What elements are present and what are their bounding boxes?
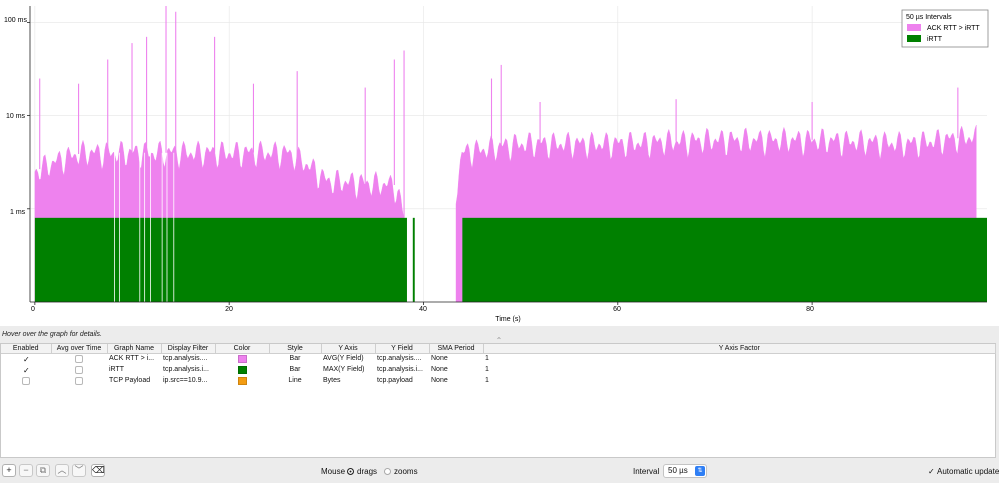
col-color[interactable]: Color [215, 344, 270, 354]
mouse-zooms-label[interactable]: zooms [394, 467, 418, 476]
col-y-axis-factor[interactable]: Y Axis Factor [483, 344, 996, 354]
x-tick-0: 0 [31, 306, 35, 313]
hover-hint: Hover over the graph for details. [2, 331, 102, 338]
col-style[interactable]: Style [269, 344, 322, 354]
color-swatch[interactable] [237, 354, 247, 363]
io-graph[interactable]: 50 µs Intervals ACK RTT > iRTT iRTT 100 … [0, 0, 999, 326]
mouse-zooms-radio[interactable] [384, 468, 391, 475]
sma-period-cell[interactable]: None [429, 375, 483, 386]
y-axis-factor-cell[interactable]: 1 [483, 353, 996, 364]
sma-period-cell[interactable]: None [429, 364, 483, 375]
col-display-filter[interactable]: Display Filter [161, 344, 216, 354]
mouse-drags-radio[interactable] [347, 468, 354, 475]
col-sma-period[interactable]: SMA Period [429, 344, 484, 354]
graph-table[interactable]: Enabled Avg over Time Graph Name Display… [0, 343, 996, 458]
display-filter-cell[interactable]: tcp.analysis.i... [161, 364, 215, 375]
y-field-cell[interactable]: tcp.payload [375, 375, 429, 386]
chevron-down-icon[interactable]: ﹀ [72, 464, 86, 477]
color-swatch[interactable] [237, 365, 247, 374]
x-tick-80: 80 [806, 306, 814, 313]
y-tick-10ms: 10 ms [6, 113, 26, 120]
display-filter-cell[interactable]: ip.src==10.9... [161, 375, 215, 386]
sma-period-cell[interactable]: None [429, 353, 483, 364]
display-filter-cell[interactable]: tcp.analysis.... [161, 353, 215, 364]
plus-icon[interactable]: + [2, 464, 16, 477]
table-row[interactable]: ✓ ACK RTT > i... tcp.analysis.... Bar AV… [1, 353, 996, 364]
series-irtt-bar [34, 217, 407, 302]
enabled-checkbox[interactable]: ✓ [22, 355, 30, 363]
col-enabled[interactable]: Enabled [1, 344, 52, 354]
legend-label-irtt: iRTT [927, 36, 943, 43]
mouse-drags-label[interactable]: drags [357, 467, 377, 476]
legend-swatch-irtt [907, 35, 921, 42]
table-row[interactable]: ✓ iRTT tcp.analysis.i... Bar MAX(Y Field… [1, 364, 996, 375]
series-irtt-bar [462, 217, 988, 302]
auto-update-check[interactable]: ✓ [928, 467, 935, 476]
clear-list-icon[interactable]: ⌫ [91, 464, 105, 477]
interval-label: Interval [633, 467, 660, 476]
style-cell[interactable]: Bar [269, 364, 321, 375]
x-tick-40: 40 [419, 306, 427, 313]
chevron-up-icon[interactable]: ︿ [55, 464, 69, 477]
y-axis-cell[interactable]: AVG(Y Field) [321, 353, 375, 364]
avg-over-time-checkbox[interactable] [75, 376, 83, 385]
y-axis-cell[interactable]: Bytes [321, 375, 375, 386]
copy-icon[interactable]: ⧉ [36, 464, 50, 477]
legend-label-ack-rtt: ACK RTT > iRTT [927, 25, 980, 32]
style-cell[interactable]: Line [269, 375, 321, 386]
table-row[interactable]: TCP Payload ip.src==10.9... Line Bytes t… [1, 375, 996, 386]
col-y-axis[interactable]: Y Axis [321, 344, 376, 354]
enabled-checkbox[interactable] [22, 376, 30, 385]
series-irtt-bar [412, 217, 415, 302]
col-y-field[interactable]: Y Field [375, 344, 430, 354]
y-axis-factor-cell[interactable]: 1 [483, 364, 996, 375]
col-avg-over-time[interactable]: Avg over Time [51, 344, 108, 354]
table-header-row: Enabled Avg over Time Graph Name Display… [1, 344, 996, 354]
bottom-toolbar: + − ⧉ ︿ ﹀ ⌫ Mouse drags zooms Interval 5… [0, 460, 999, 483]
interval-value: 50 µs [668, 466, 688, 475]
legend: 50 µs Intervals ACK RTT > iRTT iRTT [901, 9, 989, 48]
minus-icon[interactable]: − [19, 464, 33, 477]
y-field-cell[interactable]: tcp.analysis.... [375, 353, 429, 364]
graph-list: Enabled Avg over Time Graph Name Display… [1, 344, 996, 386]
avg-over-time-checkbox[interactable] [75, 354, 83, 363]
graph-name-cell[interactable]: iRTT [107, 364, 161, 375]
legend-title: 50 µs Intervals [906, 14, 952, 21]
y-tick-1ms: 1 ms [10, 209, 26, 216]
enabled-checkbox[interactable]: ✓ [22, 366, 30, 374]
y-axis-cell[interactable]: MAX(Y Field) [321, 364, 375, 375]
x-axis-label: Time (s) [495, 316, 520, 323]
chevron-updown-icon: ⇅ [695, 466, 705, 476]
avg-over-time-checkbox[interactable] [75, 365, 83, 374]
col-graph-name[interactable]: Graph Name [107, 344, 162, 354]
graph-name-cell[interactable]: ACK RTT > i... [107, 353, 161, 364]
graph-name-cell[interactable]: TCP Payload [107, 375, 161, 386]
auto-update-label[interactable]: Automatic update [937, 467, 999, 476]
style-cell[interactable]: Bar [269, 353, 321, 364]
color-swatch[interactable] [237, 376, 247, 385]
interval-select[interactable]: 50 µs ⇅ [663, 464, 707, 478]
x-tick-20: 20 [225, 306, 233, 313]
legend-swatch-ack-rtt [907, 24, 921, 31]
y-tick-100ms: 100 ms [4, 17, 27, 24]
io-graph-plot[interactable]: 50 µs Intervals ACK RTT > iRTT iRTT 100 … [0, 0, 999, 326]
x-tick-60: 60 [613, 306, 621, 313]
mouse-label: Mouse [321, 467, 346, 476]
y-field-cell[interactable]: tcp.analysis.i... [375, 364, 429, 375]
y-axis-factor-cell[interactable]: 1 [483, 375, 996, 386]
